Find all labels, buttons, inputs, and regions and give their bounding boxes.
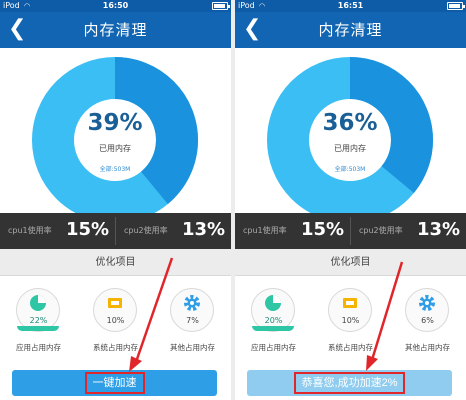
item-system-memory[interactable]: 10% 系统占用内存 <box>312 284 389 364</box>
button-label: 恭喜您,成功加速2% <box>293 372 406 394</box>
cpu2-label: cpu2使用率 <box>359 226 403 235</box>
item-app-memory[interactable]: 20% 应用占用内存 <box>235 284 312 364</box>
cpu1-label: cpu1使用率 <box>243 226 287 235</box>
cpu1-value: 15% <box>301 219 345 240</box>
boost-success-button[interactable]: 恭喜您,成功加速2% <box>247 370 452 396</box>
nav-bar: ❮ 内存清理 <box>0 12 231 48</box>
cpu-usage-bar: cpu1使用率 15% cpu2使用率 13% <box>0 213 231 249</box>
page-title: 内存清理 <box>83 21 148 39</box>
memory-used-label: 已用内存 <box>334 144 366 153</box>
nav-bar: ❮ 内存清理 <box>235 12 466 48</box>
status-bar: iPod ◠ 16:51 <box>235 0 466 12</box>
item-system-memory[interactable]: 10% 系统占用内存 <box>77 284 154 364</box>
cpu2-usage: cpu2使用率 13% <box>351 213 466 249</box>
item-label: 应用占用内存 <box>251 343 296 352</box>
optimize-items: 22% 应用占用内存 10% 系统占用内存 7% 其他占用内存 <box>0 276 231 364</box>
comparison-screenshot: iPod ◠ 16:50 ❮ 内存清理 39% 已用内存 全部:503M cpu… <box>0 0 466 400</box>
item-other-memory[interactable]: 7% 其他占用内存 <box>154 284 231 364</box>
memory-used-label: 已用内存 <box>99 144 131 153</box>
item-percent: 7% <box>186 316 199 325</box>
gear-icon <box>419 295 435 311</box>
chip-icon <box>343 298 357 308</box>
cpu1-value: 15% <box>66 219 110 240</box>
cpu1-usage: cpu1使用率 15% <box>0 213 115 249</box>
cpu1-label: cpu1使用率 <box>8 226 52 235</box>
item-percent: 22% <box>29 316 48 325</box>
status-time: 16:51 <box>337 1 364 10</box>
memory-donut-chart: 36% 已用内存 全部:503M <box>235 48 466 213</box>
button-area: 恭喜您,成功加速2% <box>235 364 466 400</box>
cpu1-usage: cpu1使用率 15% <box>235 213 350 249</box>
chip-icon <box>108 298 122 308</box>
cpu-usage-bar: cpu1使用率 15% cpu2使用率 13% <box>235 213 466 249</box>
item-label: 系统占用内存 <box>93 343 138 352</box>
memory-total-label: 全部:503M <box>334 166 366 173</box>
status-bar: iPod ◠ 16:50 <box>0 0 231 12</box>
optimize-items: 20% 应用占用内存 10% 系统占用内存 6% 其他占用内存 <box>235 276 466 364</box>
button-area: 一键加速 <box>0 364 231 400</box>
memory-used-percent: 39% <box>87 110 143 136</box>
item-percent: 6% <box>421 316 434 325</box>
item-percent: 20% <box>264 316 283 325</box>
app-memory-wave <box>17 326 59 331</box>
section-title: 优化项目 <box>0 249 231 276</box>
app-memory-wave <box>252 326 294 331</box>
memory-used-percent: 36% <box>322 110 378 136</box>
battery-icon <box>212 2 230 10</box>
cpu2-usage: cpu2使用率 13% <box>116 213 231 249</box>
memory-clean-screen-before: iPod ◠ 16:50 ❮ 内存清理 39% 已用内存 全部:503M cpu… <box>0 0 231 400</box>
memory-clean-screen-after: iPod ◠ 16:51 ❮ 内存清理 36% 已用内存 全部:503M cpu… <box>235 0 466 400</box>
pie-chart-icon <box>30 295 46 311</box>
memory-donut-chart: 39% 已用内存 全部:503M <box>0 48 231 213</box>
item-label: 应用占用内存 <box>16 343 61 352</box>
one-click-boost-button[interactable]: 一键加速 <box>12 370 217 396</box>
cpu2-label: cpu2使用率 <box>124 226 168 235</box>
section-title: 优化项目 <box>235 249 466 276</box>
status-time: 16:50 <box>102 1 129 10</box>
pie-chart-icon <box>265 295 281 311</box>
item-percent: 10% <box>106 316 125 325</box>
item-app-memory[interactable]: 22% 应用占用内存 <box>0 284 77 364</box>
item-other-memory[interactable]: 6% 其他占用内存 <box>389 284 466 364</box>
memory-total-label: 全部:503M <box>99 166 131 173</box>
item-label: 系统占用内存 <box>328 343 373 352</box>
button-label: 一键加速 <box>84 372 145 394</box>
battery-icon <box>447 2 465 10</box>
item-percent: 10% <box>341 316 360 325</box>
gear-icon <box>184 295 200 311</box>
item-label: 其他占用内存 <box>170 343 215 352</box>
page-title: 内存清理 <box>318 21 383 39</box>
cpu2-value: 13% <box>182 219 226 240</box>
cpu2-value: 13% <box>417 219 461 240</box>
item-label: 其他占用内存 <box>405 343 450 352</box>
